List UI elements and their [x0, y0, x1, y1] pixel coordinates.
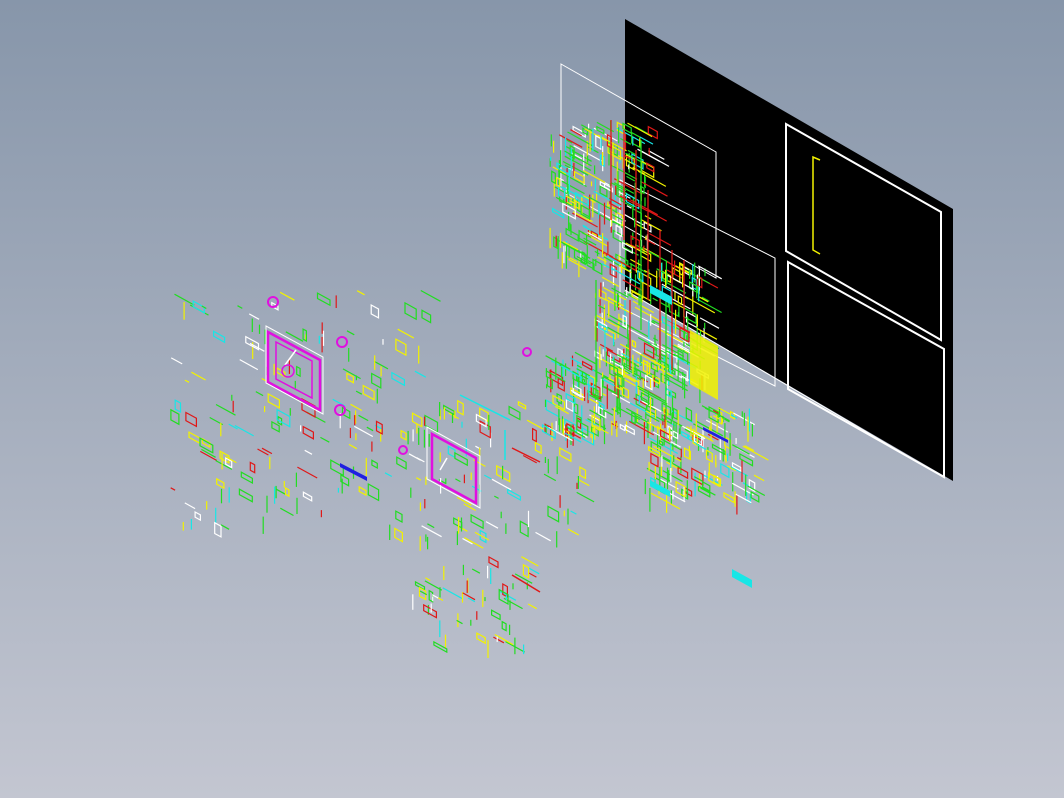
cad-viewport[interactable] [0, 0, 1064, 798]
cad-3d-scene[interactable] [0, 0, 1064, 798]
